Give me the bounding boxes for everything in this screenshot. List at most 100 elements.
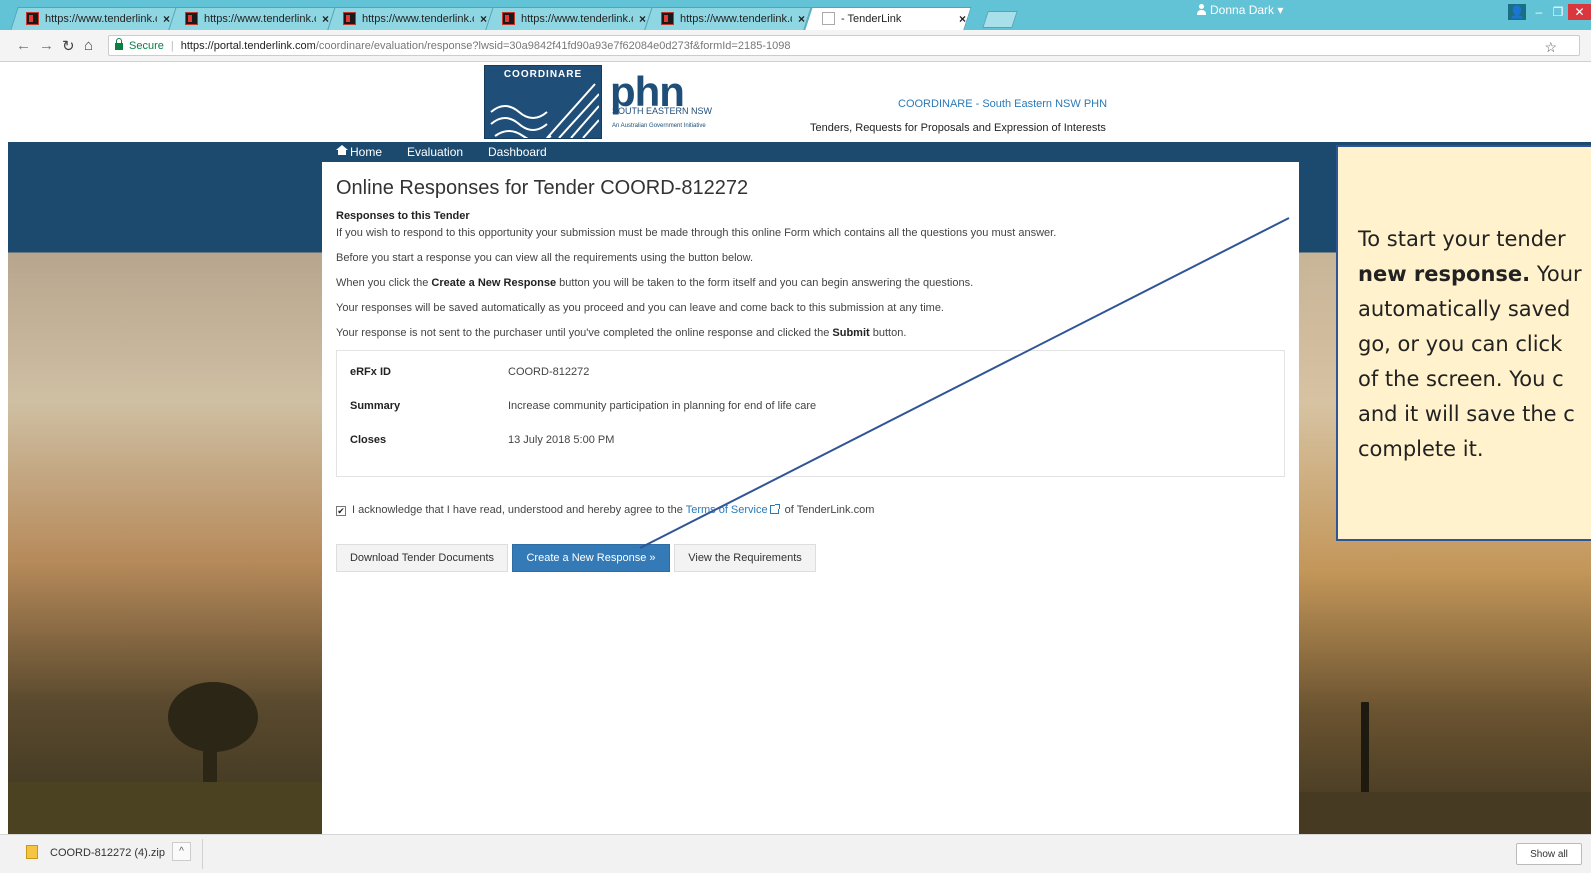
detail-label: eRFx ID: [350, 366, 391, 378]
tenderlink-favicon-icon: [661, 12, 674, 25]
page-favicon-icon: [822, 12, 835, 25]
text-fragment: button.: [869, 327, 907, 339]
secure-label: Secure: [129, 39, 164, 52]
callout-line: and it will save the c: [1358, 402, 1575, 426]
divider: [202, 839, 203, 869]
tenderlink-favicon-icon: [343, 12, 356, 25]
home-icon: [336, 145, 348, 156]
logo-label: COORDINARE: [503, 69, 583, 80]
autosave-paragraph: Your responses will be saved automatical…: [336, 302, 944, 314]
tenderlink-favicon-icon: [185, 12, 198, 25]
tab-title: https://www.tenderlink.co: [362, 12, 474, 25]
tab-close-icon[interactable]: ×: [163, 12, 170, 26]
callout-line: of the screen. You c: [1358, 367, 1564, 391]
tab-close-icon[interactable]: ×: [959, 12, 966, 26]
org-name: COORDINARE - South Eastern NSW PHN: [898, 98, 1108, 110]
main-panel: [322, 142, 1299, 834]
tab-title: https://www.tenderlink.co: [521, 12, 633, 25]
browser-tab-bar: https://www.tenderlink.co × https://www.…: [0, 0, 1591, 30]
download-item[interactable]: COORD-812272 (4).zip: [50, 847, 165, 859]
site-header: COORDINARE phn SOUTH EASTERN NSW An Aust…: [0, 62, 1591, 142]
nav-home[interactable]: Home: [336, 145, 382, 159]
intro-paragraph: If you wish to respond to this opportuni…: [336, 227, 1057, 239]
tab-title: - TenderLink: [841, 12, 902, 25]
zip-file-icon: [26, 845, 38, 859]
user-menu[interactable]: Donna Dark ▾: [1196, 3, 1283, 17]
text-bold: Create a New Response: [431, 277, 557, 289]
show-all-button[interactable]: Show all: [1516, 843, 1582, 865]
create-response-button[interactable]: Create a New Response »: [512, 544, 670, 572]
tab-title: https://www.tenderlink.co: [680, 12, 792, 25]
coordinare-logo[interactable]: COORDINARE: [484, 65, 602, 139]
tender-details-box: eRFx ID COORD-812272 Summary Increase co…: [336, 350, 1285, 477]
tab-close-icon[interactable]: ×: [639, 12, 646, 26]
wave-logo-icon: [490, 83, 599, 138]
minimize-icon[interactable]: –: [1531, 4, 1547, 20]
back-arrow-icon[interactable]: ←: [16, 37, 31, 54]
chevron-up-icon[interactable]: ^: [172, 842, 191, 861]
secure-indicator[interactable]: Secure: [115, 38, 164, 52]
url-separator: |: [170, 39, 174, 52]
terms-acknowledgement: I acknowledge that I have read, understo…: [352, 504, 874, 516]
nav-home-label: Home: [350, 145, 383, 159]
view-requirements-button[interactable]: View the Requirements: [674, 544, 816, 572]
forward-arrow-icon[interactable]: →: [39, 37, 54, 54]
url-path: /coordinare/evaluation/response?lwsid=30…: [315, 39, 791, 52]
callout-line: To start your tender: [1358, 227, 1566, 251]
phn-tagline: An Australian Government Initiative: [612, 123, 706, 129]
detail-value: Increase community participation in plan…: [508, 400, 817, 412]
bookmark-star-icon[interactable]: ☆: [1544, 39, 1557, 56]
tab-title: https://www.tenderlink.co: [204, 12, 316, 25]
submit-paragraph: Your response is not sent to the purchas…: [336, 327, 906, 339]
background-landscape-left: [8, 142, 322, 834]
text-fragment: I acknowledge that I have read, understo…: [352, 504, 686, 516]
tab-content: https://www.tenderlink.co ×: [502, 7, 646, 30]
address-bar: ← → ↻ ⌂ Secure | https://portal.tenderli…: [0, 30, 1591, 62]
field-ground: [8, 782, 322, 834]
detail-label: Summary: [350, 400, 401, 412]
tab-content: https://www.tenderlink.co ×: [26, 7, 170, 30]
tab-content: https://www.tenderlink.co ×: [661, 7, 805, 30]
detail-value: COORD-812272: [508, 366, 590, 378]
text-fragment: Your: [1530, 262, 1582, 286]
callout-bold: new response.: [1358, 262, 1531, 286]
maximize-icon[interactable]: ❐: [1550, 4, 1566, 20]
text-fragment: When you click the: [336, 277, 432, 289]
tab-content-active: - TenderLink ×: [822, 7, 966, 30]
window-close-icon[interactable]: ✕: [1568, 4, 1591, 20]
tab-close-icon[interactable]: ×: [798, 12, 805, 26]
text-fragment: button you will be taken to the form its…: [556, 277, 974, 289]
reload-icon[interactable]: ↻: [62, 37, 75, 55]
tab-close-icon[interactable]: ×: [480, 12, 487, 26]
text-bold: Submit: [832, 327, 870, 339]
terms-checkbox[interactable]: ✔: [336, 506, 346, 516]
phn-subtitle: SOUTH EASTERN NSW: [612, 106, 713, 116]
tab-close-icon[interactable]: ×: [322, 12, 329, 26]
user-name: Donna Dark: [1210, 3, 1275, 17]
lock-icon: [115, 38, 123, 50]
tab-content: https://www.tenderlink.co ×: [185, 7, 329, 30]
nav-evaluation[interactable]: Evaluation: [407, 145, 463, 159]
download-documents-button[interactable]: Download Tender Documents: [336, 544, 508, 572]
download-shelf: COORD-812272 (4).zip ^ Show all: [0, 834, 1591, 873]
profile-icon[interactable]: 👤: [1508, 4, 1526, 20]
user-icon: [1196, 4, 1207, 15]
nav-dashboard[interactable]: Dashboard: [488, 145, 547, 159]
top-navbar: Home Evaluation Dashboard: [322, 142, 1299, 162]
caret-down-icon: ▾: [1277, 3, 1284, 17]
tenderlink-favicon-icon: [502, 12, 515, 25]
callout-line: go, or you can click: [1358, 332, 1563, 356]
tab-content: https://www.tenderlink.co ×: [343, 7, 487, 30]
url-input[interactable]: Secure | https://portal.tenderlink.com /…: [108, 35, 1580, 56]
external-link-icon: [769, 504, 780, 514]
terms-of-service-link[interactable]: Terms of Service: [686, 504, 768, 516]
callout-line: automatically saved: [1358, 297, 1571, 321]
detail-label: Closes: [350, 434, 387, 446]
new-tab-button[interactable]: [982, 11, 1018, 28]
home-icon[interactable]: ⌂: [84, 37, 93, 54]
page-title: Online Responses for Tender COORD-812272: [336, 177, 749, 199]
detail-value: 13 July 2018 5:00 PM: [508, 434, 615, 446]
callout-text: To start your tender new response. Your …: [1358, 222, 1582, 467]
callout-line: new response. Your: [1358, 257, 1582, 292]
section-heading: Responses to this Tender: [336, 210, 470, 222]
